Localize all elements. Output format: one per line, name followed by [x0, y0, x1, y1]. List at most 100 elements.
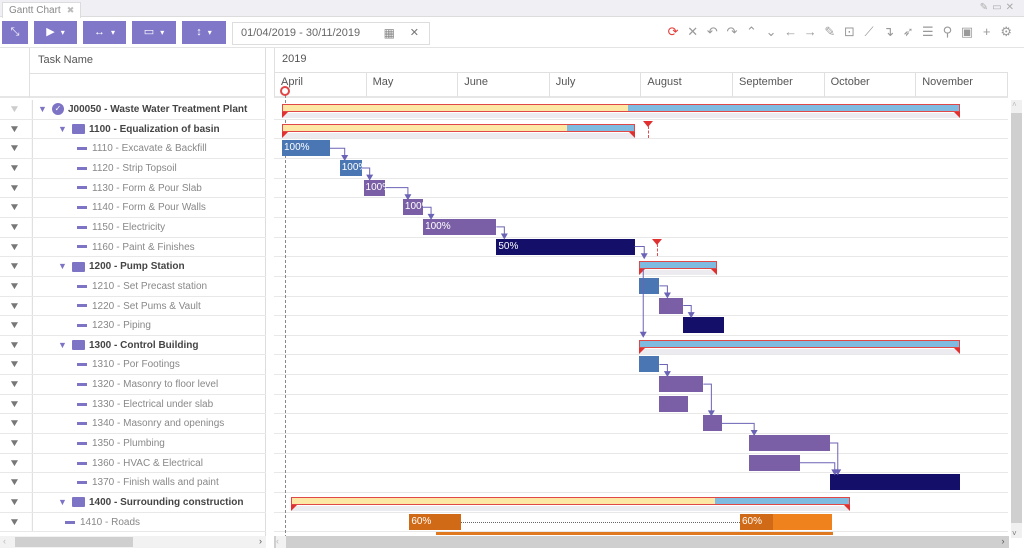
undo-icon[interactable]: ↶ — [703, 24, 723, 40]
scrollbar-thumb[interactable] — [15, 537, 133, 547]
scroll-down-icon[interactable]: ˅ — [1012, 529, 1017, 538]
height-button[interactable]: ↕ ▾ — [182, 21, 226, 44]
table-row[interactable]: ▼ ▼ 1300 - Control Building — [0, 335, 266, 356]
filter-icon[interactable]: ▼ — [0, 158, 33, 178]
grid-horizontal-scrollbar[interactable]: ‹ › — [0, 536, 266, 548]
refresh-icon[interactable]: ⟳ — [663, 24, 683, 40]
filter-icon[interactable]: ▼ — [0, 217, 33, 237]
filter-icon[interactable]: ▼ — [0, 375, 33, 394]
scroll-left-icon[interactable]: ‹ — [276, 536, 286, 548]
tab-gantt-chart[interactable]: Gantt Chart ✖ — [2, 2, 82, 18]
filter-icon[interactable]: ▼ — [0, 257, 33, 276]
critical-path-icon[interactable]: ↴ — [879, 24, 899, 40]
task-bar-segment[interactable]: 60% — [409, 513, 461, 530]
scroll-right-icon[interactable]: › — [997, 536, 1009, 546]
scroll-up-icon[interactable]: ˄ — [1012, 100, 1017, 109]
table-row[interactable]: ▼ 1360 - HVAC & Electrical — [0, 453, 266, 474]
filter-icon[interactable]: ▼ — [0, 316, 33, 335]
expand-caret-icon[interactable]: ▼ — [58, 493, 67, 512]
summary-bar[interactable] — [639, 339, 960, 348]
expand-caret-icon[interactable]: ▼ — [58, 336, 67, 355]
summary-bar[interactable] — [291, 497, 850, 505]
table-row[interactable]: ▼ ▼ 1400 - Surrounding construction — [0, 493, 266, 513]
save-icon[interactable]: ▣ — [957, 24, 977, 40]
cancel-icon[interactable]: ✕ — [683, 24, 703, 40]
expand-caret-icon[interactable]: ▼ — [58, 120, 67, 139]
task-bar[interactable] — [703, 415, 722, 432]
filter-icon[interactable]: ▼ — [0, 473, 33, 493]
clear-icon[interactable]: ✕ — [410, 23, 419, 44]
filter-icon[interactable]: ▼ — [0, 139, 33, 158]
search-icon[interactable]: ⚲ — [938, 24, 958, 40]
task-bar[interactable] — [659, 395, 688, 412]
task-bar[interactable]: 100% — [363, 179, 391, 196]
play-button[interactable]: ▶ ▾ — [34, 21, 77, 44]
close-window-icon[interactable]: ✕ — [1006, 2, 1018, 13]
width-button[interactable]: ↔ ▾ — [83, 21, 126, 44]
table-row[interactable]: ▼ 1340 - Masonry and openings — [0, 414, 266, 435]
chart-icon[interactable]: ⟋ — [859, 24, 879, 40]
task-bar[interactable] — [639, 277, 660, 294]
edit-icon[interactable]: ✎ — [980, 2, 992, 13]
list-icon[interactable]: ☰ — [918, 24, 938, 40]
chart-horizontal-scrollbar[interactable]: ‹ › — [274, 536, 1009, 548]
calendar-icon[interactable]: ▦ — [384, 23, 395, 44]
table-row[interactable]: ▼ 1310 - Por Footings — [0, 355, 266, 376]
scroll-left-icon[interactable]: ‹ — [3, 536, 6, 546]
table-row[interactable]: ▼ 1110 - Excavate & Backfill — [0, 139, 266, 159]
fit-icon[interactable]: ⊡ — [840, 24, 860, 40]
task-bar[interactable]: 100% — [339, 159, 367, 176]
arrow-left-icon[interactable]: ← — [781, 24, 801, 40]
filter-icon[interactable]: ▼ — [0, 335, 33, 355]
task-name-filter-input[interactable] — [30, 73, 266, 97]
task-name-header[interactable]: Task Name — [38, 54, 93, 66]
filter-icon[interactable]: ▼ — [0, 198, 33, 217]
table-row[interactable]: ▼ 1120 - Strip Topsoil — [0, 158, 266, 179]
close-icon[interactable]: ✖ — [67, 5, 75, 15]
filter-icon[interactable]: ▼ — [0, 178, 33, 198]
task-bar[interactable] — [659, 297, 684, 314]
table-row[interactable]: ▼ 1210 - Set Precast station — [0, 276, 266, 297]
task-bar[interactable] — [639, 356, 660, 373]
settings-icon[interactable]: ⚙ — [996, 24, 1016, 40]
scrollbar-thumb[interactable] — [1011, 113, 1022, 523]
task-bar[interactable]: 100% — [282, 140, 330, 157]
table-row[interactable]: ▼ 1370 - Finish walls and paint — [0, 473, 266, 494]
filter-icon[interactable]: ▼ — [0, 276, 33, 296]
collapse-button[interactable]: ⤡ — [2, 21, 28, 44]
filter-icon[interactable]: ▼ — [0, 394, 33, 414]
task-bar[interactable] — [749, 454, 800, 471]
filter-icon[interactable]: ▼ — [0, 512, 33, 532]
maximize-icon[interactable]: ▭ — [992, 2, 1005, 13]
task-bar[interactable] — [683, 317, 724, 334]
summary-bar[interactable] — [282, 123, 635, 132]
highlight-icon[interactable]: ✎ — [820, 24, 840, 40]
filter-icon[interactable]: ▼ — [0, 237, 33, 257]
task-bar-segment[interactable]: 60% — [740, 513, 832, 530]
date-range-input[interactable]: 01/04/2019 - 30/11/2019 ▦ ✕ — [232, 22, 430, 45]
table-row[interactable]: ▼ 1160 - Paint & Finishes — [0, 237, 266, 258]
collapse-all-icon[interactable]: ⌃ — [742, 24, 762, 40]
arrow-right-icon[interactable]: → — [800, 24, 820, 40]
expand-all-icon[interactable]: ⌄ — [761, 24, 781, 40]
filter-icon[interactable]: ▼ — [0, 119, 33, 139]
rocket-icon[interactable]: ➶ — [898, 24, 918, 40]
table-row[interactable]: ▼ 1230 - Piping — [0, 316, 266, 336]
filter-icon[interactable]: ▼ — [0, 493, 33, 512]
filter-icon[interactable]: ▼ — [0, 414, 33, 434]
table-row[interactable]: ▼ ▼ 1200 - Pump Station — [0, 257, 266, 277]
display-button[interactable]: ▭ ▾ — [132, 21, 176, 44]
table-row[interactable]: ▼ ▼ ✓ J00050 - Waste Water Treatment Plant — [0, 100, 266, 120]
chart-vertical-scrollbar[interactable]: ˄ ˅ — [1011, 100, 1022, 538]
filter-icon[interactable]: ▼ — [0, 355, 33, 375]
filter-icon[interactable]: ▼ — [0, 296, 33, 316]
task-bar[interactable]: 50% — [496, 238, 635, 255]
summary-bar[interactable] — [282, 104, 960, 112]
table-row[interactable]: ▼ 1140 - Form & Pour Walls — [0, 198, 266, 218]
add-icon[interactable]: + — [977, 24, 997, 40]
table-row[interactable]: ▼ 1320 - Masonry to floor level — [0, 375, 266, 395]
task-bar[interactable] — [749, 435, 830, 452]
table-row[interactable]: ▼ 1350 - Plumbing — [0, 434, 266, 454]
table-row[interactable]: ▼ 1220 - Set Pums & Vault — [0, 296, 266, 317]
filter-icon[interactable]: ▼ — [0, 453, 33, 473]
